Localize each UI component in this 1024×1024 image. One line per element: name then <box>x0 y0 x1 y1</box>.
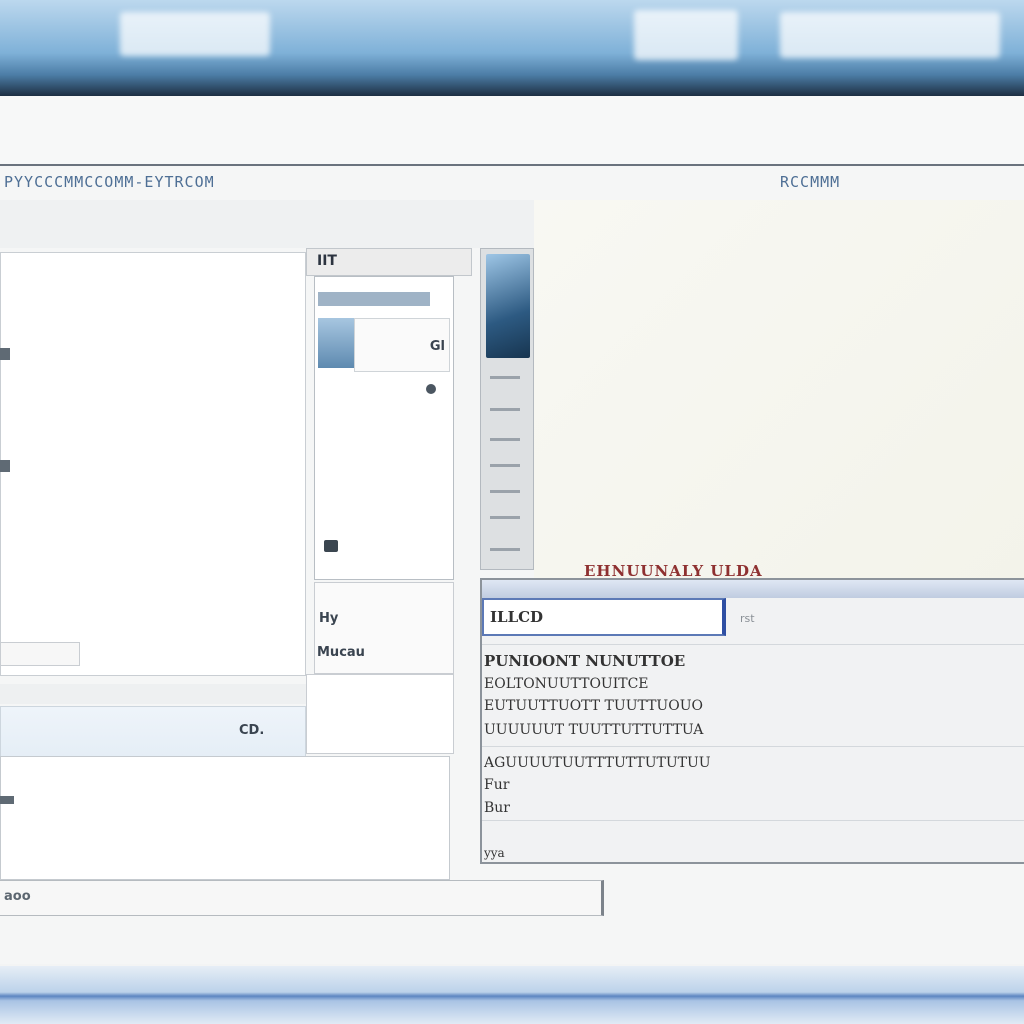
middle-lower-panel[interactable]: Hy Mucau <box>314 582 454 674</box>
window-title: PYYCCCMMCCOMM-EYTRCOM <box>4 173 215 191</box>
middle-panel-button-label: Gl <box>429 339 445 354</box>
search-input[interactable] <box>482 598 726 636</box>
results-divider <box>482 820 1024 821</box>
result-line[interactable]: UUUUUUT TUUTTUTTUTTUA <box>484 722 703 738</box>
bottom-status-bar: aoo <box>0 880 604 916</box>
bottom-pane[interactable] <box>0 756 450 880</box>
scroller-tick <box>490 376 520 379</box>
edge-handle[interactable] <box>0 348 10 360</box>
search-hint: rst <box>740 612 755 625</box>
radio-dot-icon[interactable] <box>426 384 436 394</box>
left-panel[interactable] <box>0 252 306 676</box>
result-line[interactable]: PUNIOONT NUNUTTOE <box>484 652 685 670</box>
scroller-tick <box>490 438 520 441</box>
results-header-bar <box>482 580 1024 598</box>
middle-lower-panel-2[interactable] <box>306 674 454 754</box>
left-list-row-selected[interactable]: CD. <box>0 706 306 758</box>
result-line[interactable]: EUTUUTTUOTT TUUTTUOUO <box>484 698 703 714</box>
column-header[interactable]: IIT <box>306 248 472 276</box>
desktop-strip <box>0 96 1024 164</box>
scroller-tick <box>490 548 520 551</box>
left-row-label: CD. <box>239 723 265 738</box>
scroller-tick <box>490 490 520 493</box>
result-line[interactable]: AGUUUUTUUTTTUTTUTUTUU <box>484 755 711 771</box>
middle-panel-bar <box>318 292 430 306</box>
scroller-tick <box>490 516 520 519</box>
left-list-row[interactable] <box>0 642 80 666</box>
window-title-right: RCCMMM <box>780 173 841 191</box>
right-background <box>534 200 1024 592</box>
thumbnail-image <box>318 318 354 368</box>
middle-lower-label: Hy <box>319 611 339 626</box>
item-marker-icon[interactable] <box>324 540 338 552</box>
blurred-highlight <box>120 12 270 56</box>
scroll-thumb[interactable] <box>486 254 530 358</box>
result-line[interactable]: Fur <box>484 777 509 793</box>
taskbar <box>0 966 1024 1024</box>
result-line[interactable]: Bur <box>484 800 510 816</box>
results-divider <box>482 746 1024 747</box>
scroller-tick <box>490 464 520 467</box>
middle-lower-label: Mucau <box>317 645 365 660</box>
edge-handle[interactable] <box>0 460 10 472</box>
result-line[interactable]: EOLTONUUTTOUITCE <box>484 676 649 692</box>
blurred-highlight <box>634 10 738 60</box>
left-list-row[interactable] <box>0 684 306 704</box>
blurred-highlight <box>780 12 1000 58</box>
desktop-top-band <box>0 0 1024 96</box>
results-footer: yya <box>484 846 505 860</box>
results-divider <box>482 644 1024 645</box>
edge-handle[interactable] <box>0 796 14 804</box>
status-label: aoo <box>4 889 31 904</box>
middle-panel-button[interactable]: Gl <box>354 318 450 372</box>
scroller-tick <box>490 408 520 411</box>
